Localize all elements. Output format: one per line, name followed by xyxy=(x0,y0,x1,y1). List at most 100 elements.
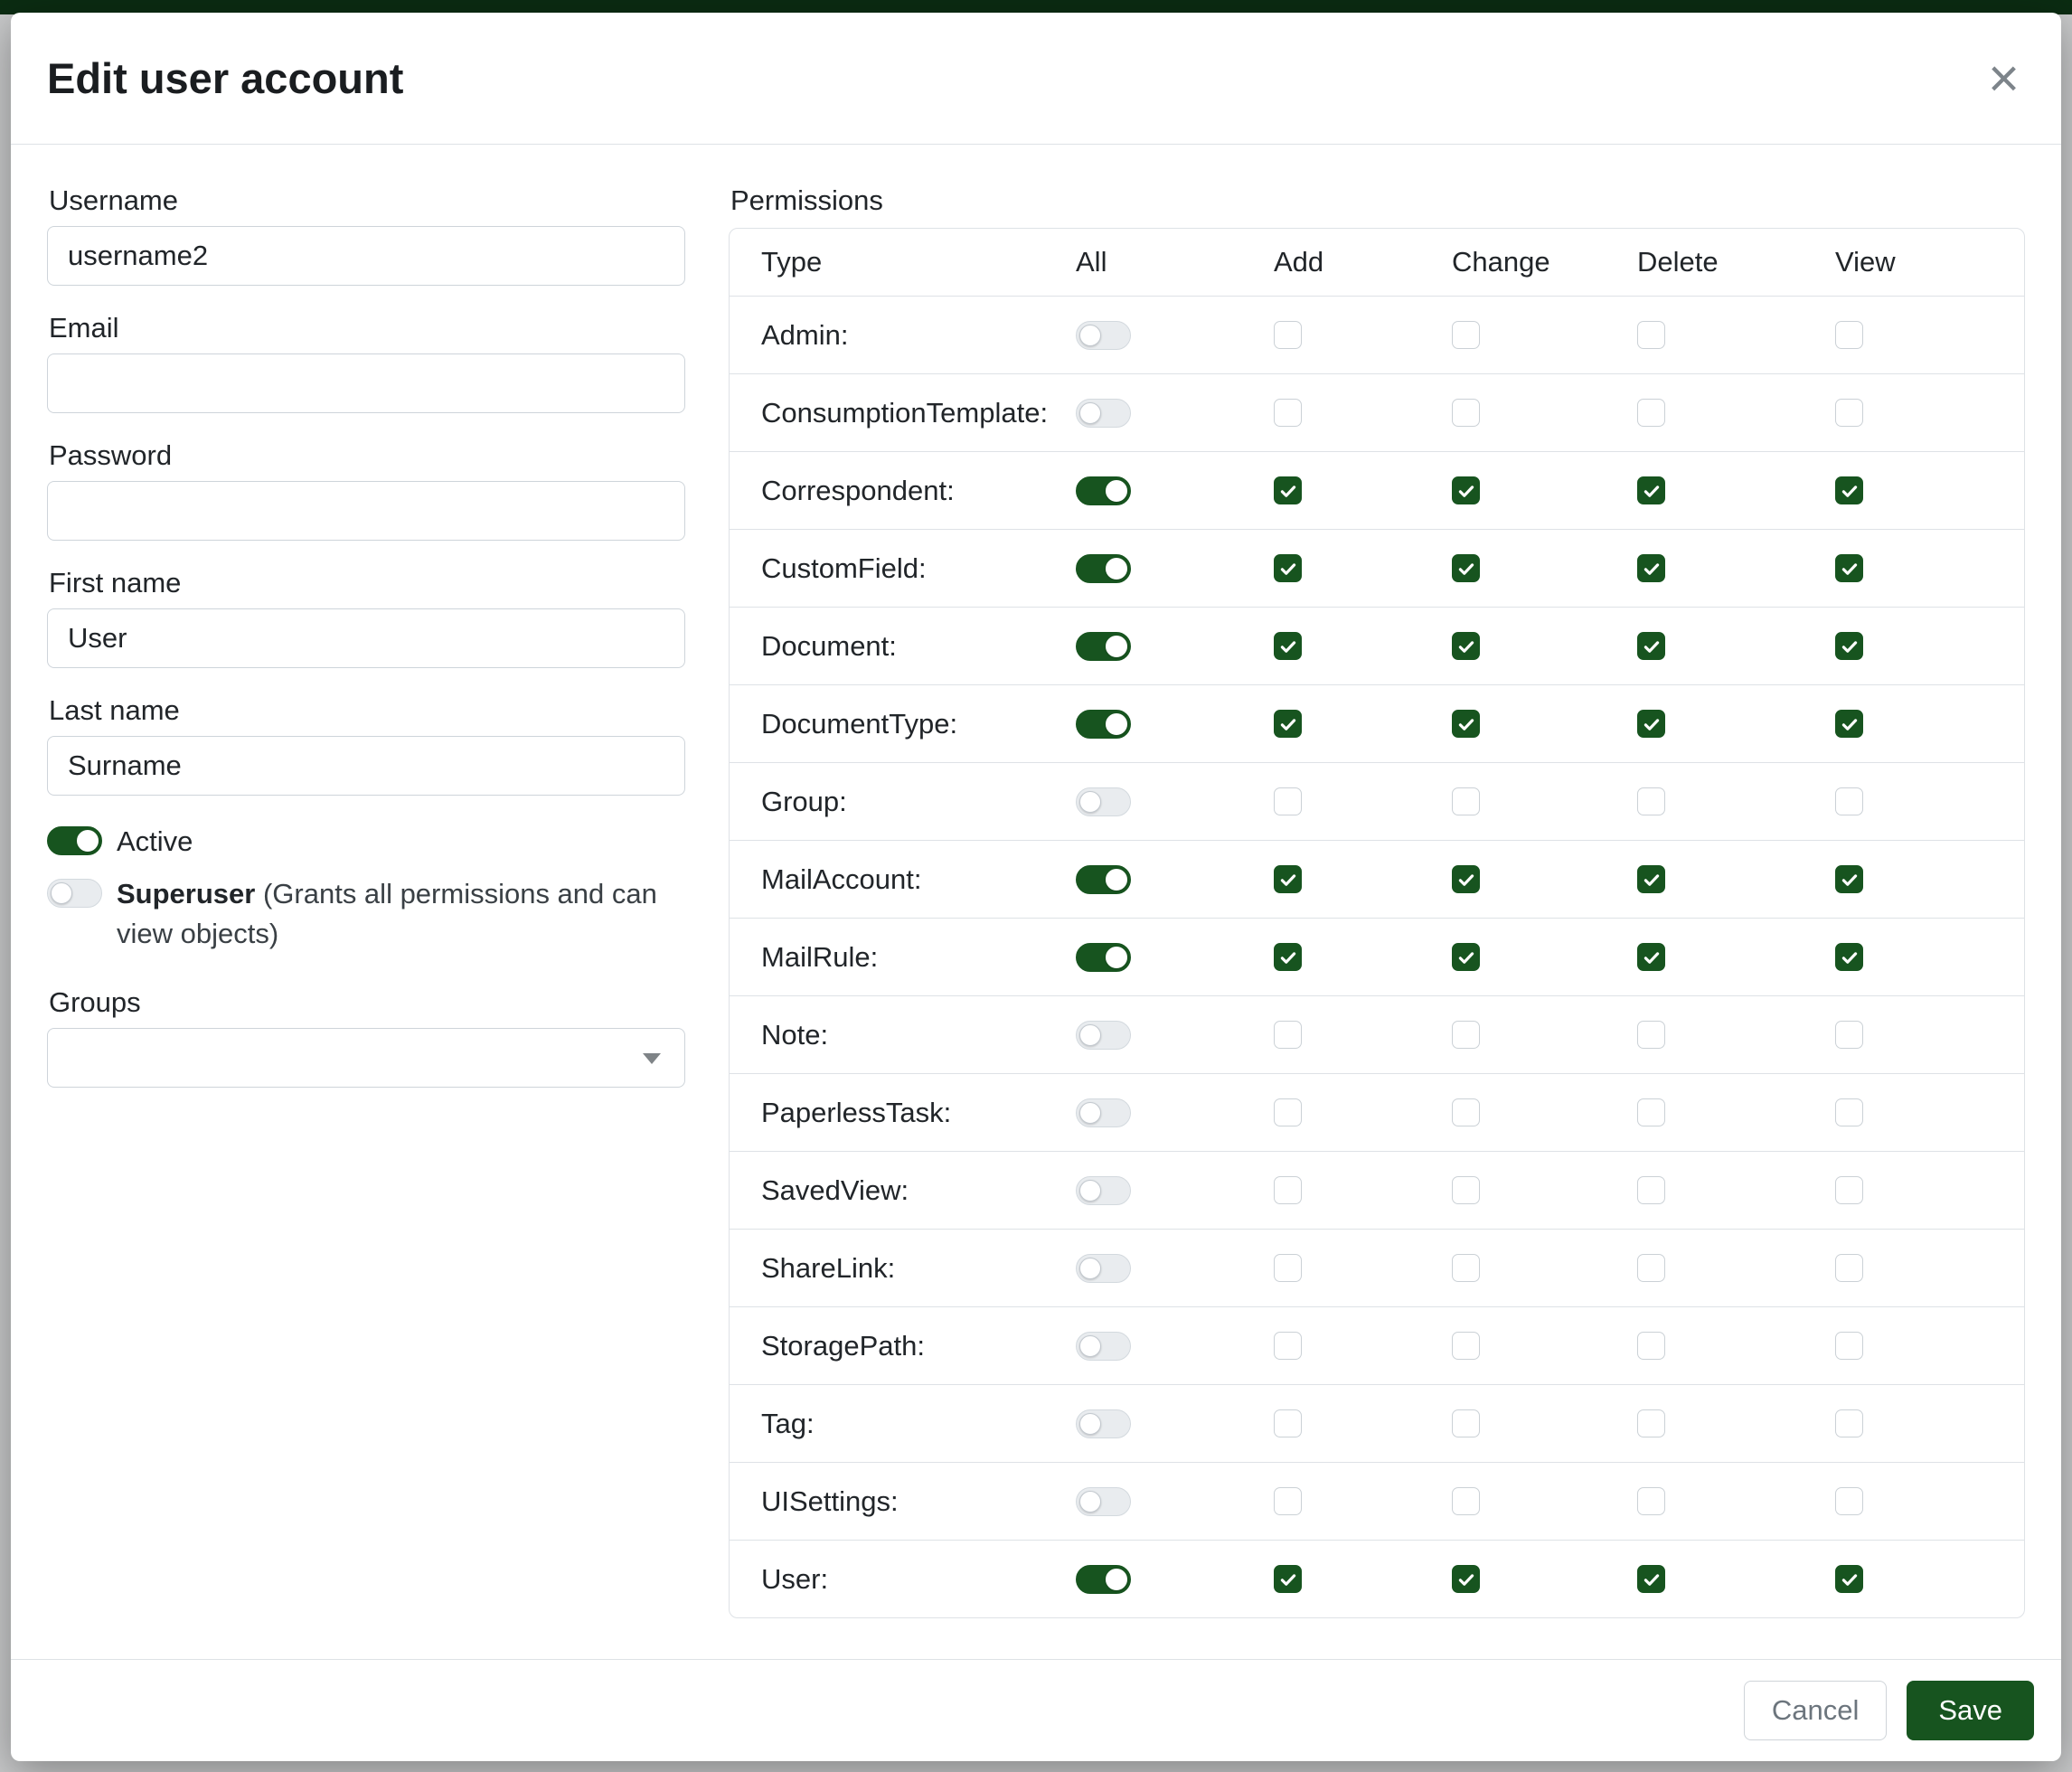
perm-uisettings-change-checkbox[interactable] xyxy=(1452,1487,1480,1515)
perm-savedview-add-checkbox[interactable] xyxy=(1274,1176,1302,1204)
perm-correspondent-add-checkbox[interactable] xyxy=(1274,476,1302,504)
username-input[interactable] xyxy=(47,226,685,286)
perm-consumptiontemplate-delete-checkbox[interactable] xyxy=(1637,399,1665,427)
perm-customfield-delete-checkbox[interactable] xyxy=(1637,554,1665,582)
cancel-button[interactable]: Cancel xyxy=(1744,1681,1888,1740)
perm-user-view-checkbox[interactable] xyxy=(1835,1565,1863,1593)
perm-note-change-checkbox[interactable] xyxy=(1452,1021,1480,1049)
perm-note-view-checkbox[interactable] xyxy=(1835,1021,1863,1049)
perm-correspondent-view-checkbox[interactable] xyxy=(1835,476,1863,504)
perm-document-change-checkbox[interactable] xyxy=(1452,632,1480,660)
perm-sharelink-change-checkbox[interactable] xyxy=(1452,1254,1480,1282)
perm-sharelink-all-toggle[interactable] xyxy=(1076,1254,1131,1283)
perm-uisettings-add-checkbox[interactable] xyxy=(1274,1487,1302,1515)
perm-tag-change-checkbox[interactable] xyxy=(1452,1409,1480,1437)
perm-customfield-view-checkbox[interactable] xyxy=(1835,554,1863,582)
perm-storagepath-all-toggle[interactable] xyxy=(1076,1332,1131,1361)
perm-admin-all-toggle[interactable] xyxy=(1076,321,1131,350)
perm-mailrule-change-checkbox[interactable] xyxy=(1452,943,1480,971)
perm-mailaccount-add-checkbox[interactable] xyxy=(1274,865,1302,893)
perm-group-all-toggle[interactable] xyxy=(1076,787,1131,816)
superuser-toggle[interactable] xyxy=(47,879,102,908)
perm-mailrule-add-checkbox[interactable] xyxy=(1274,943,1302,971)
perm-documenttype-change-checkbox[interactable] xyxy=(1452,710,1480,738)
last-name-input[interactable] xyxy=(47,736,685,796)
first-name-input[interactable] xyxy=(47,608,685,668)
perm-user-delete-checkbox[interactable] xyxy=(1637,1565,1665,1593)
perm-mailrule-all-toggle[interactable] xyxy=(1076,943,1131,972)
perm-mailaccount-all-toggle[interactable] xyxy=(1076,865,1131,894)
perm-tag-all-toggle[interactable] xyxy=(1076,1409,1131,1438)
save-button[interactable]: Save xyxy=(1907,1681,2034,1740)
perm-user-add-checkbox[interactable] xyxy=(1274,1565,1302,1593)
perm-paperlesstask-add-checkbox[interactable] xyxy=(1274,1098,1302,1126)
perm-storagepath-add-checkbox[interactable] xyxy=(1274,1332,1302,1360)
perm-paperlesstask-all-toggle[interactable] xyxy=(1076,1098,1131,1127)
last-name-label: Last name xyxy=(49,694,685,727)
perm-user-change-checkbox[interactable] xyxy=(1452,1565,1480,1593)
perm-document-view-checkbox[interactable] xyxy=(1835,632,1863,660)
perm-tag-view-checkbox[interactable] xyxy=(1835,1409,1863,1437)
perm-consumptiontemplate-change-checkbox[interactable] xyxy=(1452,399,1480,427)
perm-customfield-change-checkbox[interactable] xyxy=(1452,554,1480,582)
perm-note-delete-checkbox[interactable] xyxy=(1637,1021,1665,1049)
perm-user-all-toggle[interactable] xyxy=(1076,1565,1131,1594)
perm-sharelink-delete-checkbox[interactable] xyxy=(1637,1254,1665,1282)
close-icon[interactable]: × xyxy=(1988,52,2020,106)
perm-documenttype-add-checkbox[interactable] xyxy=(1274,710,1302,738)
perm-correspondent-all-toggle[interactable] xyxy=(1076,476,1131,505)
email-input[interactable] xyxy=(47,353,685,413)
perm-paperlesstask-view-checkbox[interactable] xyxy=(1835,1098,1863,1126)
perm-admin-add-checkbox[interactable] xyxy=(1274,321,1302,349)
perm-consumptiontemplate-all-toggle[interactable] xyxy=(1076,399,1131,428)
perm-paperlesstask-change-checkbox[interactable] xyxy=(1452,1098,1480,1126)
perm-group-change-checkbox[interactable] xyxy=(1452,787,1480,815)
perm-consumptiontemplate-view-checkbox[interactable] xyxy=(1835,399,1863,427)
perm-storagepath-delete-checkbox[interactable] xyxy=(1637,1332,1665,1360)
perm-customfield-add-checkbox[interactable] xyxy=(1274,554,1302,582)
perm-savedview-view-checkbox[interactable] xyxy=(1835,1176,1863,1204)
perm-admin-view-checkbox[interactable] xyxy=(1835,321,1863,349)
perm-mailrule-view-checkbox[interactable] xyxy=(1835,943,1863,971)
perm-paperlesstask-delete-checkbox[interactable] xyxy=(1637,1098,1665,1126)
perm-mailaccount-view-checkbox[interactable] xyxy=(1835,865,1863,893)
perm-cell-all xyxy=(1076,1098,1274,1127)
active-toggle[interactable] xyxy=(47,826,102,855)
perm-tag-add-checkbox[interactable] xyxy=(1274,1409,1302,1437)
perm-documenttype-delete-checkbox[interactable] xyxy=(1637,710,1665,738)
perm-savedview-change-checkbox[interactable] xyxy=(1452,1176,1480,1204)
perm-cell-delete xyxy=(1637,1565,1835,1593)
perm-uisettings-all-toggle[interactable] xyxy=(1076,1487,1131,1516)
perm-group-delete-checkbox[interactable] xyxy=(1637,787,1665,815)
perm-sharelink-view-checkbox[interactable] xyxy=(1835,1254,1863,1282)
perm-correspondent-change-checkbox[interactable] xyxy=(1452,476,1480,504)
perm-document-add-checkbox[interactable] xyxy=(1274,632,1302,660)
perm-documenttype-all-toggle[interactable] xyxy=(1076,710,1131,739)
perm-savedview-all-toggle[interactable] xyxy=(1076,1176,1131,1205)
perm-admin-delete-checkbox[interactable] xyxy=(1637,321,1665,349)
perm-admin-change-checkbox[interactable] xyxy=(1452,321,1480,349)
perm-storagepath-view-checkbox[interactable] xyxy=(1835,1332,1863,1360)
groups-select[interactable] xyxy=(47,1028,685,1088)
perm-cell-add xyxy=(1274,787,1452,815)
perm-mailrule-delete-checkbox[interactable] xyxy=(1637,943,1665,971)
perm-group-add-checkbox[interactable] xyxy=(1274,787,1302,815)
perm-consumptiontemplate-add-checkbox[interactable] xyxy=(1274,399,1302,427)
perm-customfield-all-toggle[interactable] xyxy=(1076,554,1131,583)
perm-document-all-toggle[interactable] xyxy=(1076,632,1131,661)
perm-uisettings-view-checkbox[interactable] xyxy=(1835,1487,1863,1515)
perm-storagepath-change-checkbox[interactable] xyxy=(1452,1332,1480,1360)
perm-group-view-checkbox[interactable] xyxy=(1835,787,1863,815)
perm-sharelink-add-checkbox[interactable] xyxy=(1274,1254,1302,1282)
perm-documenttype-view-checkbox[interactable] xyxy=(1835,710,1863,738)
perm-savedview-delete-checkbox[interactable] xyxy=(1637,1176,1665,1204)
perm-uisettings-delete-checkbox[interactable] xyxy=(1637,1487,1665,1515)
password-input[interactable] xyxy=(47,481,685,541)
perm-note-all-toggle[interactable] xyxy=(1076,1021,1131,1050)
perm-tag-delete-checkbox[interactable] xyxy=(1637,1409,1665,1437)
perm-document-delete-checkbox[interactable] xyxy=(1637,632,1665,660)
perm-mailaccount-delete-checkbox[interactable] xyxy=(1637,865,1665,893)
perm-mailaccount-change-checkbox[interactable] xyxy=(1452,865,1480,893)
perm-note-add-checkbox[interactable] xyxy=(1274,1021,1302,1049)
perm-correspondent-delete-checkbox[interactable] xyxy=(1637,476,1665,504)
